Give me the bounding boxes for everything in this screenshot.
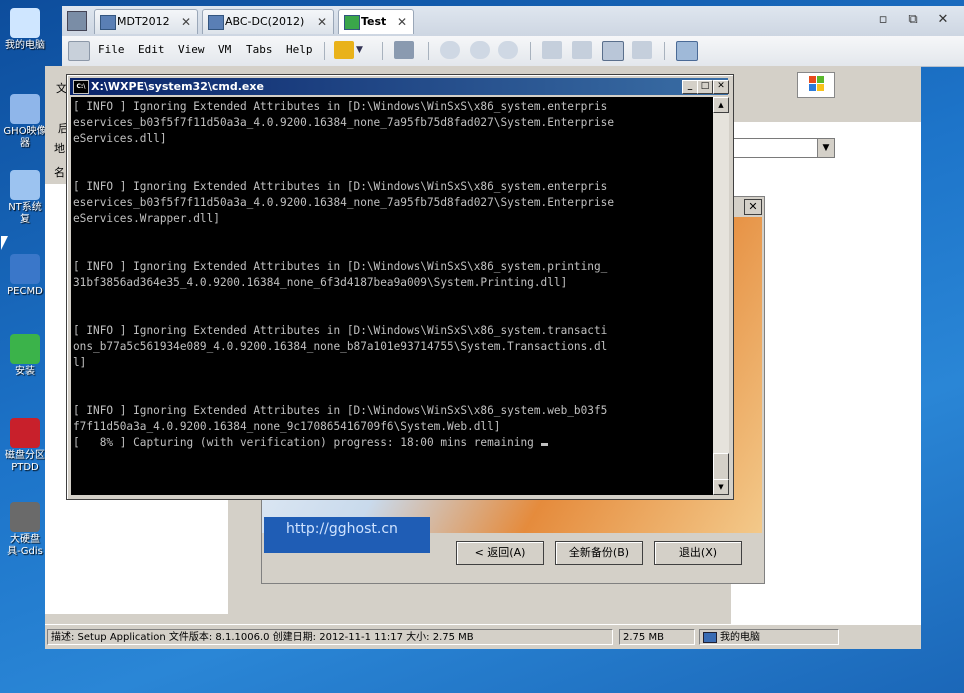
console-line: ons_b77a5c561934e089_4.0.9200.16384_none… — [73, 340, 608, 353]
desktop-icon[interactable]: 大硬盘 具-Gdis — [2, 502, 48, 558]
close-button[interactable]: ✕ — [713, 80, 729, 94]
computer-icon — [703, 632, 717, 643]
tab-test[interactable]: Test ✕ — [338, 9, 414, 34]
restore-icon[interactable]: ⧉ — [904, 12, 922, 27]
app-icon — [10, 418, 40, 448]
console-view-icon[interactable] — [572, 41, 592, 59]
desktop-icon-label: 大硬盘 具-Gdis — [7, 534, 43, 557]
app-icon — [10, 254, 40, 284]
status-location: 我的电脑 — [699, 629, 839, 645]
address-dropdown[interactable]: ▼ — [731, 138, 835, 158]
new-backup-button[interactable]: 全新备份(B) — [555, 541, 643, 565]
vm-icon — [344, 15, 360, 30]
snapshot-manager-icon[interactable] — [498, 41, 518, 59]
desktop-icon[interactable]: 我的电脑 — [2, 8, 48, 52]
console-line: l] — [73, 356, 87, 369]
chevron-down-icon[interactable]: ▼ — [356, 41, 366, 59]
unity-icon[interactable] — [632, 41, 652, 59]
menu-tabs[interactable]: Tabs — [246, 43, 273, 56]
menu-file[interactable]: File — [98, 43, 125, 56]
menu-help[interactable]: Help — [286, 43, 313, 56]
cmd-titlebar[interactable]: C:\ X:\WXPE\system32\cmd.exe _ □ ✕ — [70, 78, 729, 95]
desktop-icon[interactable]: GHO映像 器 — [2, 94, 48, 150]
status-size: 2.75 MB — [619, 629, 695, 645]
console-line: [ 8% ] Capturing (with verification) pro… — [73, 436, 541, 449]
app-icon — [10, 8, 40, 38]
desktop-icon[interactable]: NT系统 复 — [2, 170, 48, 226]
scroll-down-icon[interactable]: ▼ — [713, 479, 729, 495]
app-icon — [10, 334, 40, 364]
mouse-pointer-icon — [1, 236, 8, 250]
cmd-window: C:\ X:\WXPE\system32\cmd.exe _ □ ✕ [ INF… — [66, 74, 734, 500]
revert-snapshot-icon[interactable] — [470, 41, 490, 59]
desktop-icon[interactable]: PECMD — [2, 254, 48, 298]
fullscreen-icon[interactable] — [602, 41, 624, 61]
desktop-icon-label: 磁盘分区 PTDD — [5, 450, 45, 473]
desktop-icon-label: PECMD — [7, 286, 43, 297]
app-icon — [10, 502, 40, 532]
close-icon[interactable]: ✕ — [934, 12, 952, 27]
close-icon[interactable]: ✕ — [744, 199, 762, 215]
tab-mdt2012[interactable]: MDT2012 ✕ — [94, 9, 198, 34]
close-icon[interactable]: ✕ — [317, 10, 327, 34]
snapshot-icon[interactable] — [440, 41, 460, 59]
console-line: eServices.dll] — [73, 132, 167, 145]
scroll-thumb[interactable] — [713, 453, 729, 481]
network-icon[interactable] — [394, 41, 414, 59]
chevron-down-icon[interactable]: ▼ — [817, 139, 834, 157]
app-icon — [10, 94, 40, 124]
close-icon[interactable]: ✕ — [397, 10, 407, 34]
pin-icon[interactable] — [68, 41, 90, 61]
console-line: eservices_b03f5f7f11d50a3a_4.0.9200.1638… — [73, 196, 614, 209]
window-title: X:\WXPE\system32\cmd.exe — [91, 80, 264, 93]
menu-view[interactable]: View — [178, 43, 205, 56]
banner-url: http://gghost.cn — [264, 517, 430, 553]
console-line: f7f11d50a3a_4.0.9200.16384_none_9c170865… — [73, 420, 501, 433]
vmware-frame: MDT2012 ✕ ABC-DC(2012) ✕ Test ✕ ▫ ⧉ ✕ Fi… — [62, 6, 964, 67]
vm-icon — [208, 15, 224, 30]
vm-menubar: File Edit View VM Tabs Help ▼ — [62, 36, 964, 66]
menu-edit[interactable]: Edit — [138, 43, 165, 56]
minimize-button[interactable]: _ — [682, 80, 698, 94]
console-line: [ INFO ] Ignoring Extended Attributes in… — [73, 404, 608, 417]
vertical-scrollbar[interactable]: ▲ ▼ — [713, 97, 729, 495]
sidebar-toggle-icon[interactable] — [542, 41, 562, 59]
minimize-icon[interactable]: ▫ — [874, 12, 892, 27]
console-line: [ INFO ] Ignoring Extended Attributes in… — [73, 324, 608, 337]
explorer-label: 名 — [54, 166, 65, 179]
view-mode-icon[interactable] — [676, 41, 698, 61]
desktop-icon-label: NT系统 复 — [8, 202, 42, 225]
console-line: 31bf3856ad364e35_4.0.9200.16384_none_6f3… — [73, 276, 568, 289]
app-icon — [10, 170, 40, 200]
vm-home-icon[interactable] — [67, 11, 87, 31]
console-line: [ INFO ] Ignoring Extended Attributes in… — [73, 180, 608, 193]
windows-logo-icon — [797, 72, 835, 98]
console-output[interactable]: [ INFO ] Ignoring Extended Attributes in… — [71, 97, 713, 495]
console-line: eservices_b03f5f7f11d50a3a_4.0.9200.1638… — [73, 116, 614, 129]
vm-tab-bar: MDT2012 ✕ ABC-DC(2012) ✕ Test ✕ ▫ ⧉ ✕ — [62, 6, 964, 36]
maximize-button[interactable]: □ — [697, 80, 713, 94]
explorer-label: 地 — [54, 142, 65, 155]
status-bar: 描述: Setup Application 文件版本: 8.1.1006.0 创… — [45, 624, 921, 649]
tab-abc-dc[interactable]: ABC-DC(2012) ✕ — [202, 9, 334, 34]
close-icon[interactable]: ✕ — [181, 10, 191, 34]
exit-button[interactable]: 退出(X) — [654, 541, 742, 565]
scroll-up-icon[interactable]: ▲ — [713, 97, 729, 113]
cmd-icon: C:\ — [73, 80, 89, 94]
console-line: [ INFO ] Ignoring Extended Attributes in… — [73, 100, 608, 113]
status-description: 描述: Setup Application 文件版本: 8.1.1006.0 创… — [47, 629, 613, 645]
back-button[interactable]: < 返回(A) — [456, 541, 544, 565]
power-pause-icon[interactable] — [334, 41, 354, 59]
desktop-icon-label: 安装 — [15, 366, 35, 377]
desktop-icon-label: GHO映像 器 — [3, 126, 47, 149]
desktop-icon[interactable]: 磁盘分区 PTDD — [2, 418, 48, 474]
text-cursor — [540, 443, 548, 446]
console-line: [ INFO ] Ignoring Extended Attributes in… — [73, 260, 608, 273]
desktop-icon-label: 我的电脑 — [5, 40, 45, 51]
menu-vm[interactable]: VM — [218, 43, 231, 56]
vm-icon — [100, 15, 116, 30]
console-line: eServices.Wrapper.dll] — [73, 212, 220, 225]
desktop-icon[interactable]: 安装 — [2, 334, 48, 378]
